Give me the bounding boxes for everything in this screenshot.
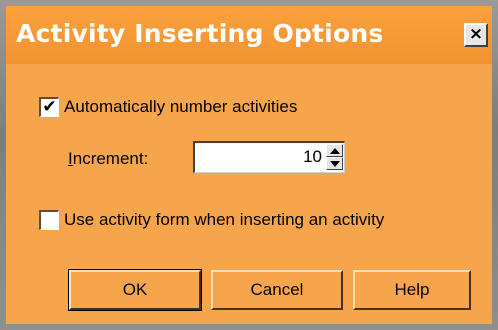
increment-value: 10 <box>303 147 322 166</box>
use-form-label: Use activity form when inserting an acti… <box>64 210 385 229</box>
help-button[interactable]: Help <box>353 270 471 310</box>
auto-number-label: Automatically number activities <box>64 97 298 116</box>
auto-number-checkbox[interactable]: ✔ <box>39 97 59 117</box>
title-bar[interactable]: Activity Inserting Options × <box>6 6 492 64</box>
desktop-background: Activity Inserting Options × ✔ Automatic… <box>0 0 498 330</box>
use-form-checkbox[interactable] <box>39 210 59 230</box>
dialog-title: Activity Inserting Options <box>16 19 384 48</box>
arrow-up-icon <box>330 148 340 154</box>
cancel-button[interactable]: Cancel <box>211 270 343 310</box>
increment-label: Increment: <box>68 149 148 169</box>
increment-spinbox[interactable]: 10 <box>193 141 345 173</box>
arrow-down-icon <box>330 161 340 167</box>
spin-up-button[interactable] <box>326 144 343 157</box>
spin-buttons <box>326 144 343 171</box>
close-button[interactable]: × <box>464 23 488 47</box>
close-icon: × <box>468 24 484 44</box>
ok-button[interactable]: OK <box>68 269 202 311</box>
activity-inserting-options-dialog: Activity Inserting Options × ✔ Automatic… <box>6 6 492 324</box>
spin-down-button[interactable] <box>326 157 343 170</box>
increment-label-rest: ncrement: <box>72 149 149 168</box>
checkmark-icon: ✔ <box>42 97 57 117</box>
dialog-body: ✔ Automatically number activities Increm… <box>6 64 492 324</box>
